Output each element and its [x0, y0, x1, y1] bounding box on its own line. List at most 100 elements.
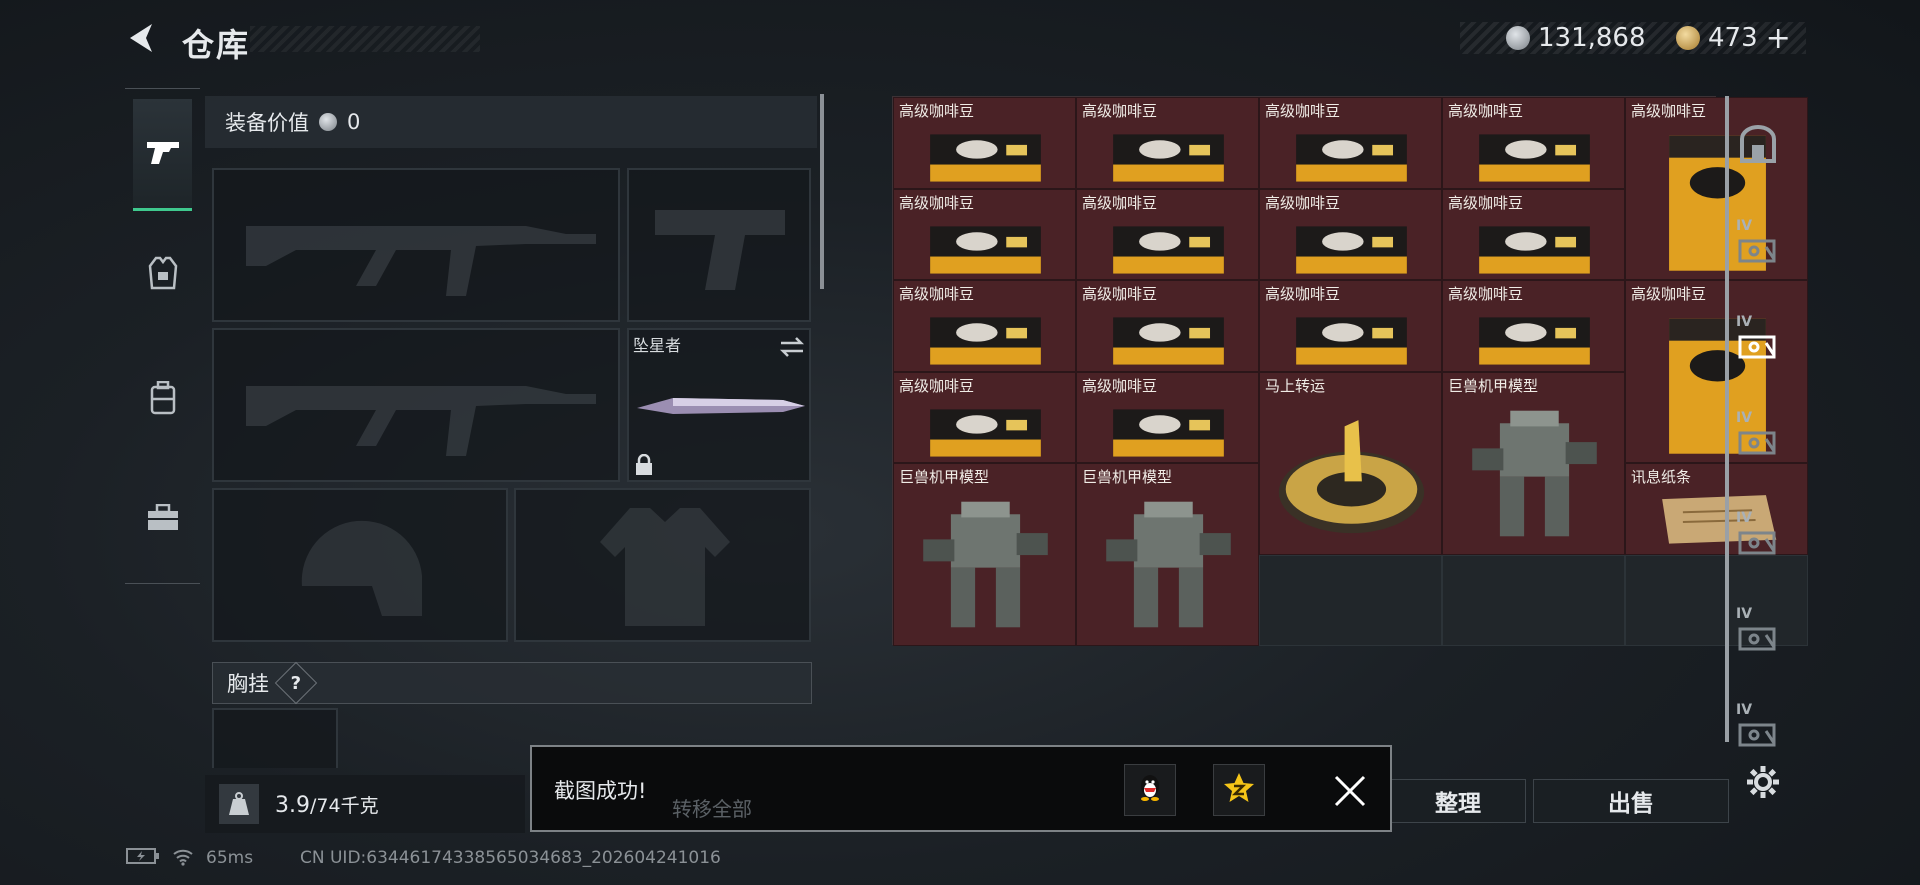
inventory-item[interactable]: 高级咖啡豆	[893, 371, 1076, 463]
nav-armor[interactable]	[133, 219, 192, 331]
chest-rig-label: 胸挂	[227, 672, 269, 696]
chest-rig-header: 胸挂 ?	[212, 661, 812, 705]
equipment-scrollbar[interactable]	[820, 94, 824, 289]
weight-icon	[219, 784, 259, 824]
tab-storage-6[interactable]: IV	[1733, 606, 1783, 656]
storage-crate-icon	[1738, 233, 1778, 267]
qzone-star-icon	[1222, 771, 1256, 809]
toast-close-icon[interactable]	[1330, 771, 1370, 811]
body-armor-slot[interactable]	[514, 488, 811, 642]
tab-storage-5[interactable]: IV	[1733, 510, 1783, 560]
storage-crate-icon	[1738, 425, 1778, 459]
tab-tier-label: IV	[1736, 510, 1753, 526]
equipment-value-bar: 装备价值 0	[205, 96, 817, 148]
inventory-item[interactable]: 高级咖啡豆	[1076, 188, 1259, 280]
inventory-item[interactable]: 高级咖啡豆	[1076, 97, 1259, 189]
storage-crate-icon	[1738, 329, 1778, 363]
nav-backpack[interactable]	[133, 344, 192, 456]
user-uid: CN UID:6344617433856503468​3_20260424101…	[300, 848, 721, 868]
screenshot-toast: 截图成功! 转移全部	[530, 745, 1392, 832]
tab-storage-7[interactable]: IV	[1733, 702, 1783, 752]
pistol-icon	[145, 138, 181, 170]
helmet-slot[interactable]	[212, 488, 508, 642]
inventory-item[interactable]: 高级咖啡豆	[893, 97, 1076, 189]
storage-crate-icon	[1738, 621, 1778, 655]
mech-model-icon	[1472, 410, 1597, 536]
rifle-silhouette-icon	[246, 226, 596, 296]
swap-icon[interactable]	[779, 334, 805, 364]
coffee-bag-icon	[1113, 225, 1224, 274]
inventory-item[interactable]: 高级咖啡豆	[1259, 280, 1442, 372]
coffee-bag-icon	[1296, 225, 1407, 274]
gold-amount: 473	[1708, 23, 1758, 53]
mech-model-icon	[923, 501, 1048, 628]
equipment-value: 0	[347, 110, 361, 134]
coffee-bag-icon	[1479, 225, 1590, 274]
tab-storage-3[interactable]: IV	[1733, 314, 1783, 364]
storage-crate-icon	[1738, 717, 1778, 751]
inventory-item[interactable]: 巨兽机甲模型	[893, 463, 1076, 646]
coffee-bag-icon	[1113, 134, 1224, 182]
tab-safe-box[interactable]	[1733, 122, 1783, 172]
coffee-bag-icon	[1479, 134, 1590, 182]
item-name: 讯息纸条	[1631, 468, 1692, 486]
melee-name: 坠星者	[633, 336, 682, 355]
item-name: 高级咖啡豆	[1448, 102, 1524, 120]
item-name: 高级咖啡豆	[899, 102, 975, 120]
inventory-item[interactable]: 高级咖啡豆	[1442, 188, 1625, 280]
back-arrow-icon[interactable]	[122, 18, 162, 58]
settings-gear-icon[interactable]	[1745, 764, 1781, 804]
pistol-silhouette-icon	[655, 210, 785, 290]
transfer-all-button[interactable]: 转移全部	[672, 793, 752, 822]
inventory-item[interactable]: 高级咖啡豆	[1259, 97, 1442, 189]
weight-indicator: 3.9/74千克	[205, 775, 525, 833]
primary-weapon-slot[interactable]	[212, 168, 620, 322]
item-name: 高级咖啡豆	[1265, 102, 1341, 120]
inventory-item[interactable]: 巨兽机甲模型	[1442, 371, 1625, 555]
silver-coin-icon	[319, 113, 337, 131]
melee-slot[interactable]: 坠星者	[627, 328, 811, 482]
item-name: 巨兽机甲模型	[899, 468, 990, 486]
gold-currency[interactable]: 473 +	[1676, 21, 1791, 56]
share-qzone-button[interactable]	[1213, 764, 1265, 816]
inventory-item[interactable]: 高级咖啡豆	[1442, 97, 1625, 189]
inventory-item[interactable]: 高级咖啡豆	[893, 280, 1076, 372]
coffee-bag-icon	[1113, 317, 1224, 365]
help-button[interactable]: ?	[274, 661, 318, 705]
coffee-bag-icon	[1296, 317, 1407, 365]
nav-weapons[interactable]	[133, 99, 192, 211]
tab-tier-label: IV	[1736, 314, 1753, 330]
silver-amount: 131,868	[1538, 23, 1646, 53]
sell-button[interactable]: 出售	[1533, 779, 1729, 823]
inventory-item[interactable]: 高级咖啡豆	[893, 188, 1076, 280]
inventory-item[interactable]: 高级咖啡豆	[1442, 280, 1625, 372]
backpack-icon	[149, 380, 177, 419]
helmet-silhouette-icon	[301, 520, 422, 616]
sort-button[interactable]: 整理	[1390, 779, 1526, 823]
inventory-item[interactable]: 巨兽机甲模型	[1076, 463, 1259, 646]
coffee-bag-icon	[930, 134, 1041, 182]
chest-rig-slot[interactable]	[212, 708, 338, 768]
inventory-item[interactable]: 高级咖啡豆	[1259, 188, 1442, 280]
item-name: 高级咖啡豆	[899, 285, 975, 303]
tab-storage-2[interactable]: IV	[1733, 218, 1783, 268]
inventory-item[interactable]: 马上转运	[1259, 371, 1442, 555]
pistol-slot[interactable]	[627, 168, 811, 322]
gold-coin-icon	[1676, 26, 1700, 50]
nav-toolbox[interactable]	[133, 464, 192, 576]
weight-current: 3.9	[275, 792, 310, 818]
item-name: 高级咖啡豆	[1082, 193, 1158, 212]
inventory-item[interactable]: 高级咖啡豆	[1076, 280, 1259, 372]
lock-icon	[635, 453, 653, 480]
mech-model-icon	[1106, 501, 1231, 628]
inventory-item[interactable]: 高级咖啡豆	[1076, 371, 1259, 463]
add-currency-button[interactable]: +	[1766, 21, 1791, 56]
silver-currency: 131,868	[1506, 22, 1646, 54]
coffee-bag-icon	[930, 317, 1041, 365]
share-qq-button[interactable]	[1124, 764, 1176, 816]
tab-storage-4[interactable]: IV	[1733, 410, 1783, 460]
secondary-weapon-slot[interactable]	[212, 328, 620, 482]
tab-tier-label: IV	[1736, 218, 1753, 234]
vest-icon	[148, 256, 178, 294]
coffee-bag-icon	[930, 225, 1041, 274]
